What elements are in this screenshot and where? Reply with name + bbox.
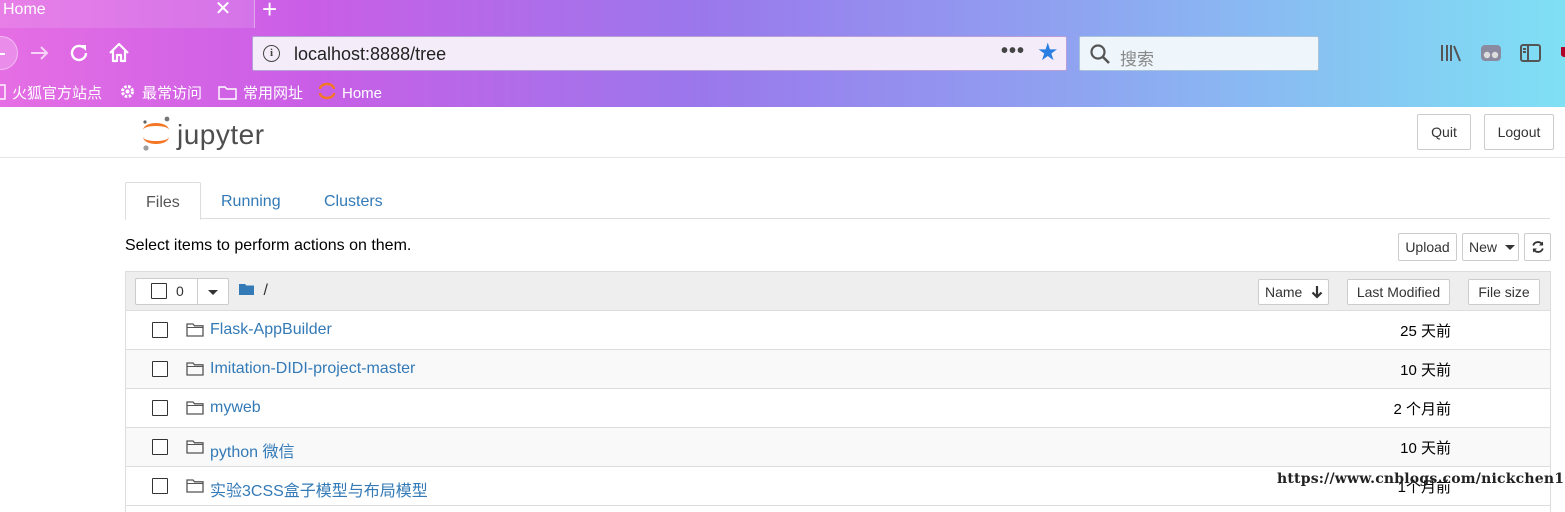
sidebar-icon[interactable]	[1519, 42, 1543, 64]
bookmark-firefox-official[interactable]: 火狐官方站点	[0, 82, 102, 103]
file-name-link[interactable]: myweb	[210, 399, 261, 417]
folder-icon	[186, 323, 204, 337]
instruction-text: Select items to perform actions on them.	[125, 237, 412, 254]
last-modified-value: 2 个月前	[1393, 401, 1451, 418]
row-checkbox[interactable]	[152, 322, 168, 338]
jupyter-page: jupyter Quit Logout Files Running Cluste…	[0, 107, 1565, 512]
row-checkbox[interactable]	[152, 478, 168, 494]
search-input[interactable]: 搜索	[1120, 45, 1154, 70]
bookmarks-toolbar: 火狐官方站点 最常访问 常用网址 Home	[0, 78, 1565, 107]
quit-button[interactable]: Quit	[1417, 114, 1471, 150]
forward-icon[interactable]	[28, 41, 52, 65]
folder-icon	[186, 401, 204, 415]
tab-clusters[interactable]: Clusters	[324, 182, 383, 219]
new-tab-button[interactable]: +	[262, 0, 277, 22]
new-button-label: New	[1469, 239, 1498, 255]
file-row[interactable]: Imitation-DIDI-project-master 10 天前	[126, 350, 1550, 389]
selected-count: 0	[176, 283, 184, 299]
last-modified-value: 25 天前	[1400, 323, 1451, 340]
bookmark-label: Home	[342, 85, 383, 102]
reload-icon[interactable]	[67, 41, 91, 65]
folder-icon	[186, 440, 204, 454]
bookmark-label: 最常访问	[142, 85, 203, 102]
sort-by-file-size-button[interactable]: File size	[1468, 279, 1540, 305]
arrow-left-icon	[0, 53, 5, 55]
library-icon[interactable]	[1439, 42, 1463, 64]
file-row[interactable]: myweb 2 个月前	[126, 389, 1550, 428]
back-button[interactable]	[0, 36, 18, 70]
sort-by-name-button[interactable]: Name	[1258, 279, 1329, 305]
tab-bar: Home ✕ +	[0, 0, 1565, 28]
row-checkbox[interactable]	[152, 439, 168, 455]
sort-name-label: Name	[1265, 284, 1303, 300]
account-icon[interactable]	[1479, 42, 1503, 64]
sort-by-last-modified-button[interactable]: Last Modified	[1347, 279, 1450, 305]
url-bar[interactable]: i localhost:8888/tree ••• ★	[252, 36, 1067, 71]
browser-tab-home[interactable]: Home ✕	[0, 0, 255, 28]
new-button[interactable]: New	[1462, 233, 1519, 261]
bookmark-label: 火狐官方站点	[12, 85, 103, 102]
bookmark-home[interactable]: Home	[318, 82, 382, 102]
file-name-link[interactable]: Imitation-DIDI-project-master	[210, 360, 415, 378]
row-checkbox[interactable]	[152, 361, 168, 377]
jupyter-logo-icon	[143, 116, 170, 151]
breadcrumb-root[interactable]: /	[263, 282, 267, 299]
search-icon	[1090, 44, 1110, 64]
extension-icon[interactable]	[1559, 42, 1565, 64]
bookmark-common-sites[interactable]: 常用网址	[218, 82, 303, 103]
page-actions-icon[interactable]: •••	[1001, 40, 1025, 63]
breadcrumb[interactable]: /	[239, 282, 268, 300]
bookmark-most-visited[interactable]: 最常访问	[119, 82, 202, 103]
gear-icon	[121, 85, 134, 98]
select-all-checkbox[interactable]	[151, 283, 167, 299]
page-icon	[0, 84, 6, 100]
upload-button[interactable]: Upload	[1398, 233, 1457, 261]
bookmark-label: 常用网址	[243, 85, 304, 102]
tab-running[interactable]: Running	[221, 182, 281, 219]
search-bar[interactable]: 搜索	[1079, 36, 1319, 71]
select-menu-button[interactable]	[197, 278, 229, 305]
watermark-text: https://www.cnblogs.com/nickchen121/	[1277, 471, 1565, 487]
file-name-link[interactable]: 实验3CSS盒子模型与布局模型	[210, 477, 428, 501]
folder-icon	[218, 86, 237, 100]
jupyter-logo[interactable]: jupyter	[140, 113, 280, 153]
refresh-button[interactable]	[1524, 233, 1551, 261]
folder-icon	[239, 284, 254, 295]
last-modified-value: 10 天前	[1400, 362, 1451, 379]
navigation-bar: i localhost:8888/tree ••• ★ 搜索	[0, 28, 1565, 78]
url-text[interactable]: localhost:8888/tree	[294, 44, 446, 65]
tab-bar: Files Running Clusters	[125, 182, 1550, 220]
folder-icon	[186, 362, 204, 376]
file-row[interactable]: python 微信 10 天前	[126, 428, 1550, 467]
file-name-link[interactable]: Flask-AppBuilder	[210, 321, 332, 339]
jupyter-wordmark: jupyter	[177, 119, 265, 150]
file-name-link[interactable]: python 微信	[210, 438, 295, 462]
browser-chrome: Home ✕ + i localhost:8888/tree ••• ★ 搜索 …	[0, 0, 1565, 107]
home-icon[interactable]	[107, 41, 131, 65]
file-list-header: 0 / Name Last Modified File size	[126, 272, 1550, 311]
jupyter-icon	[318, 82, 336, 100]
browser-tab-title: Home	[3, 1, 46, 18]
arrow-down-icon	[1311, 286, 1323, 299]
close-icon[interactable]: ✕	[214, 0, 232, 19]
chevron-down-icon	[208, 290, 218, 295]
file-row[interactable]: Flask-AppBuilder 25 天前	[126, 311, 1550, 350]
refresh-icon	[1531, 241, 1544, 253]
select-all-control[interactable]: 0	[135, 278, 229, 305]
last-modified-value: 10 天前	[1400, 440, 1451, 457]
info-icon[interactable]: i	[263, 45, 280, 62]
chevron-down-icon	[1505, 245, 1515, 250]
row-checkbox[interactable]	[152, 400, 168, 416]
jupyter-header: jupyter Quit Logout	[0, 107, 1565, 158]
bookmark-star-icon[interactable]: ★	[1037, 40, 1059, 66]
logout-button[interactable]: Logout	[1484, 114, 1554, 150]
folder-icon	[186, 479, 204, 493]
tab-files[interactable]: Files	[125, 182, 201, 220]
